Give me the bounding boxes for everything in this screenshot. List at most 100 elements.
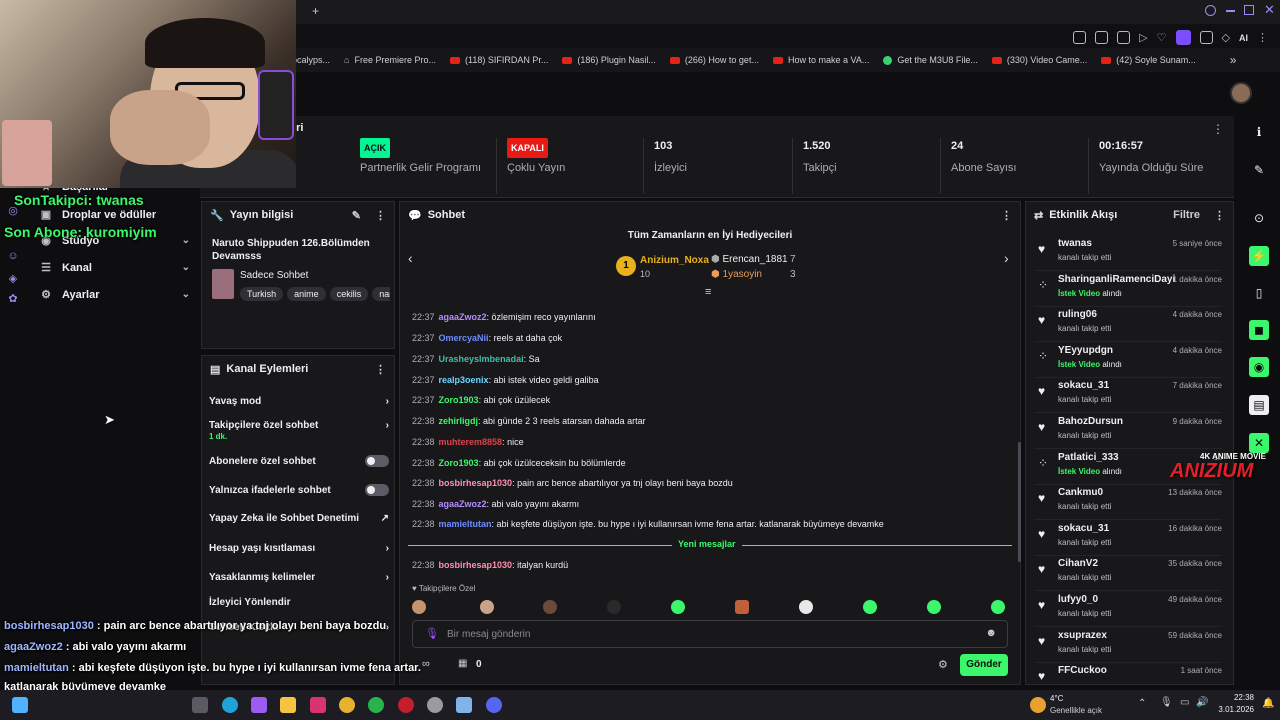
toggle-switch[interactable] [365,455,389,467]
extension-active-icon[interactable] [1175,30,1191,45]
bookmark[interactable]: (186) Plugin Nasil... [562,55,656,65]
more-icon[interactable]: ⋮ [375,209,386,222]
app-icon[interactable] [456,697,472,713]
lightning-icon[interactable]: ⚡ [1249,246,1269,266]
clock-date[interactable]: 3.01.2026 [1210,705,1254,714]
activity-event[interactable]: ♥ xsuprazex kanalı takip etti 59 dakika önc… [1034,628,1222,663]
message-username[interactable]: agaaZwoz2 [439,499,487,509]
action-emote-only[interactable]: Yalnızca ifadelerle sohbet [209,484,389,496]
avatar[interactable] [1230,82,1252,104]
nav-item-drops[interactable]: ▣ Droplar ve ödüller [40,208,190,222]
minimize-icon[interactable] [1226,10,1235,12]
pencil-icon[interactable]: ✎ [1249,160,1269,180]
task-view-icon[interactable] [192,697,208,713]
message-username[interactable]: realp3oenix [439,375,489,385]
action-slow-mode[interactable]: Yavaş mod › [209,396,389,407]
points-icon[interactable]: ∞ [422,658,430,670]
shield-icon[interactable] [1117,31,1131,44]
clipboard-icon[interactable]: ▯ [1249,283,1269,303]
chevron-right-icon[interactable]: › [1004,250,1009,266]
tag[interactable]: cekilis [329,287,369,301]
chrome-icon[interactable] [339,697,355,713]
avatar[interactable] [927,600,941,614]
action-followers-only[interactable]: Takipçilere özel sohbet 1 dk. › [209,420,389,442]
rail-icon[interactable]: ✿ [4,292,22,305]
activity-event[interactable]: ♥ twanas kanalı takip etti 5 saniye önce [1034,236,1222,271]
avatar[interactable] [799,600,813,614]
activity-event[interactable]: ♥ FFCuckoo 1 saat önce [1034,663,1222,684]
event-username[interactable]: sokacu_31 [1058,380,1109,391]
rail-icon[interactable]: ◈ [4,272,22,285]
gifter-name[interactable]: ⬢ Erencan_1881 [711,254,788,265]
activity-event[interactable]: ♥ Cankmu0 kanalı takip etti 13 dakika önce [1034,485,1222,521]
message-username[interactable]: muhterem8858 [439,437,503,447]
maximize-icon[interactable] [1244,5,1254,15]
activity-event[interactable]: ⁘ YEyyupdgn İstek Video alındı 4 dakika önc… [1034,343,1222,378]
activity-event[interactable]: ⁘ SharinganliRamenciDayi İstek Video alınd… [1034,272,1222,307]
avatar[interactable] [863,600,877,614]
edge-icon[interactable] [222,697,238,713]
more-icon[interactable]: ⋮ [375,363,386,376]
windows-start-icon[interactable] [12,697,28,713]
bookmark[interactable]: (42) Soyle Sunam... [1101,55,1196,65]
target-icon[interactable]: ⊙ [1249,208,1269,228]
discord-icon[interactable] [486,697,502,713]
bookmark[interactable]: (330) Video Came... [991,55,1087,65]
chat-input[interactable]: 🎙 Bir mesaj gönderin ☻ [412,620,1008,648]
search-icon[interactable] [1205,5,1216,16]
layout-icon[interactable]: ▤ [1249,395,1269,415]
event-username[interactable]: Patlatici_333 [1058,452,1119,463]
event-username[interactable]: lufyy0_0 [1058,594,1098,605]
copilot-icon[interactable] [251,697,267,713]
avatar[interactable] [607,600,621,614]
event-username[interactable]: CihanV2 [1058,558,1098,569]
message-username[interactable]: agaaZwoz2 [439,312,487,322]
action-ai-moderation[interactable]: Yapay Zeka ile Sohbet Denetimi ↗ [209,513,389,524]
info-icon[interactable]: ℹ [1249,122,1269,142]
event-username[interactable]: SharinganliRamenciDayi [1058,274,1175,285]
volume-icon[interactable]: 🔊 [1196,697,1208,708]
activity-event[interactable]: ♥ CihanV2 kanalı takip etti 35 dakika önce [1034,556,1222,592]
tag[interactable]: anime [287,287,326,301]
instagram-icon[interactable] [310,697,326,713]
nav-item-channel[interactable]: ☰ Kanal ⌄ [40,261,190,275]
action-subscribers-only[interactable]: Abonelere özel sohbet [209,455,389,467]
app-icon[interactable] [427,697,443,713]
filter-button[interactable]: Filtre [1173,209,1200,222]
clock-time[interactable]: 22:38 [1214,693,1254,702]
nav-item-settings[interactable]: ⚙ Ayarlar ⌄ [40,288,190,302]
action-banned-words[interactable]: Yasaklanmış kelimeler › [209,572,389,583]
category-thumbnail[interactable] [212,269,234,299]
broadcast-icon[interactable]: ◉ [1249,357,1269,377]
bookmark[interactable]: How to make a VA... [772,55,869,65]
activity-event[interactable]: ♥ ruling06 kanalı takip etti 4 dakika önce [1034,307,1222,343]
event-username[interactable]: FFCuckoo [1058,665,1107,676]
mic-icon[interactable]: 🎙 [1160,697,1173,708]
gifter-name[interactable]: Anizium_Noxa [640,255,709,266]
store-icon[interactable]: ▦ [458,658,467,669]
chat-bubble-icon[interactable]: ◼ [1249,320,1269,340]
network-icon[interactable]: ▭ [1180,697,1189,708]
message-username[interactable]: bosbirhesap1030 [439,560,513,570]
message-username[interactable]: mamieltutan [439,519,492,529]
heart-icon[interactable]: ♡ [1157,31,1167,44]
whatsapp-icon[interactable] [368,697,384,713]
activity-event[interactable]: ♥ sokacu_31 kanalı takip etti 16 dakika önc… [1034,521,1222,556]
puzzle-icon[interactable] [1199,31,1213,44]
category-name[interactable]: Sadece Sohbet [240,270,308,281]
chat-settings-gear-icon[interactable]: ⚙ [938,658,948,671]
avatar[interactable] [543,600,557,614]
message-username[interactable]: zehirligdj [439,416,479,426]
avatar[interactable] [480,600,494,614]
event-username[interactable]: YEyyupdgn [1058,345,1113,356]
bookmark[interactable]: (266) How to get... [669,55,759,65]
edit-icon[interactable]: ✎ [352,209,361,222]
message-username[interactable]: bosbirhesap1030 [439,478,513,488]
tag[interactable]: naru [372,287,390,301]
toggle-switch[interactable] [365,484,389,496]
message-username[interactable]: OmercyaNii [439,333,489,343]
gifter-name[interactable]: ⬢ 1yasoyin [711,269,762,280]
stats-menu-icon[interactable]: ⋮ [1212,122,1224,136]
extension-icon[interactable] [1073,31,1087,44]
play-icon[interactable]: ▷ [1139,31,1147,44]
